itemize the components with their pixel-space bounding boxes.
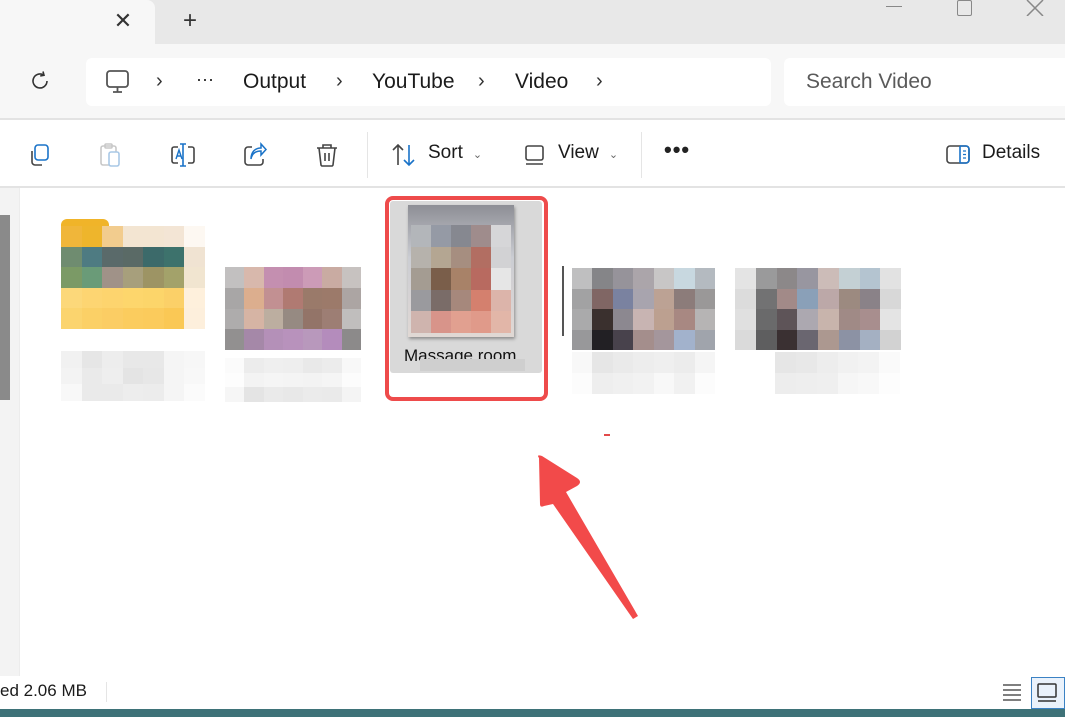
tiles-view-icon — [1037, 683, 1057, 702]
video-item[interactable] — [735, 263, 905, 398]
share-icon — [244, 142, 268, 166]
annotation-arrow-icon — [538, 455, 638, 619]
rename-icon — [171, 143, 195, 167]
refresh-button[interactable] — [28, 69, 52, 93]
video-item[interactable] — [562, 263, 717, 398]
video-thumbnail-pixelated — [572, 268, 715, 350]
close-window-button[interactable] — [1020, 0, 1050, 18]
paste-button[interactable] — [98, 142, 124, 168]
more-options-button[interactable]: ••• — [664, 120, 690, 186]
chevron-down-icon: ⌄ — [472, 149, 483, 161]
minimize-button[interactable] — [880, 0, 910, 18]
breadcrumb-video[interactable]: Video — [515, 58, 568, 106]
divider — [367, 132, 368, 178]
divider — [641, 132, 642, 178]
folder-thumbnail-pixelated — [61, 226, 205, 329]
maximize-button[interactable] — [950, 0, 980, 18]
close-tab-icon[interactable]: ✕ — [112, 10, 134, 32]
details-button[interactable]: Details — [982, 120, 1040, 186]
title-bar: ✕ + — [0, 0, 1065, 44]
large-icons-view-button[interactable] — [1031, 677, 1065, 709]
address-bar[interactable]: › ··· Output › YouTube › Video › — [86, 58, 771, 106]
new-tab-button[interactable]: + — [178, 9, 202, 33]
breadcrumb-separator[interactable]: › — [156, 58, 163, 106]
navigation-row: › ··· Output › YouTube › Video › — [0, 44, 1065, 118]
share-button[interactable] — [242, 142, 268, 168]
close-icon — [1026, 0, 1044, 16]
file-name-blurred — [225, 358, 361, 402]
breadcrumb-separator[interactable]: › — [336, 58, 343, 106]
details-label: Details — [982, 142, 1041, 163]
chevron-down-icon: ⌄ — [608, 149, 619, 161]
breadcrumb-output[interactable]: Output — [243, 58, 306, 106]
breadcrumb-separator[interactable]: › — [478, 58, 485, 106]
breadcrumb-overflow[interactable]: ··· — [196, 58, 214, 106]
sort-button[interactable]: Sort ⌄ — [428, 120, 482, 186]
delete-button[interactable] — [314, 142, 340, 168]
file-name-blurred — [61, 351, 205, 401]
list-view-icon — [1003, 684, 1021, 701]
search-input[interactable] — [784, 58, 1065, 106]
taskbar-edge — [0, 709, 1065, 717]
view-icon — [523, 142, 549, 168]
divider — [106, 682, 107, 702]
video-thumbnail-pixelated — [735, 268, 901, 350]
sort-label: Sort — [428, 142, 463, 163]
copy-icon — [31, 144, 49, 166]
refresh-icon — [32, 71, 48, 89]
file-name-blurred — [775, 352, 900, 394]
highlight-annotation-box — [385, 196, 548, 401]
file-name-blurred — [572, 352, 715, 394]
view-label: View — [558, 142, 599, 163]
selection-size-text: ed 2.06 MB — [0, 681, 87, 700]
tab-active[interactable]: ✕ — [0, 0, 155, 44]
copy-button[interactable] — [27, 142, 53, 168]
breadcrumb-youtube[interactable]: YouTube — [372, 58, 455, 106]
search-box[interactable] — [784, 58, 1065, 106]
sort-icon — [391, 142, 417, 168]
navigation-pane — [0, 188, 20, 676]
command-bar: Sort ⌄ View ⌄ ••• Details — [0, 118, 1065, 188]
this-pc-icon[interactable] — [105, 70, 131, 94]
rename-button[interactable] — [170, 142, 196, 168]
paste-icon — [100, 143, 120, 167]
details-pane-icon — [945, 142, 971, 168]
trash-icon — [317, 144, 337, 167]
video-item[interactable] — [222, 263, 362, 408]
folder-item[interactable] — [58, 216, 208, 406]
view-button[interactable]: View ⌄ — [558, 120, 618, 186]
status-bar: ed 2.06 MB — [0, 676, 1065, 709]
video-thumbnail-pixelated — [225, 267, 361, 350]
thumbnail-edge — [562, 266, 564, 336]
details-view-button[interactable] — [1000, 680, 1024, 704]
breadcrumb-separator[interactable]: › — [596, 58, 603, 106]
navigation-pane-scrollbar[interactable] — [0, 215, 10, 400]
